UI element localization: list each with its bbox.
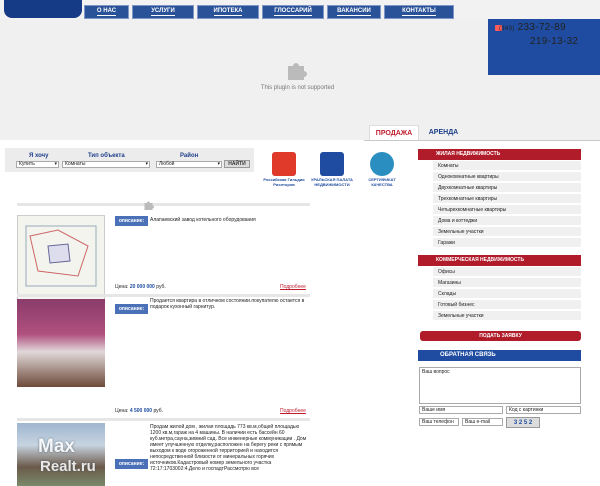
listing-divider [17, 294, 310, 297]
question-field[interactable]: Ваш вопрос [419, 367, 581, 404]
site-logo[interactable] [4, 0, 82, 18]
upn-logo-icon [320, 152, 344, 176]
commercial-header: КОММЕРЧЕСКАЯ НЕДВИЖИМОСТЬ [418, 255, 581, 266]
watermark-line-1: Max [38, 436, 75, 457]
object-type-label: Тип объекта [88, 153, 125, 159]
cat-commercial-land[interactable]: Земельные участки [433, 311, 581, 321]
residential-header: ЖИЛАЯ НЕДВИЖИМОСТЬ [418, 149, 581, 160]
cat-houses[interactable]: Дома и коттеджи [433, 216, 581, 226]
object-type-select[interactable]: Комнаты [62, 161, 150, 168]
want-select[interactable]: Купить [16, 161, 59, 168]
nav-about[interactable]: О НАС [84, 5, 129, 19]
listing-2-more-link[interactable]: Подробнее [280, 408, 306, 414]
nav-vacancies[interactable]: ВАКАНСИИ [327, 5, 381, 19]
want-label: Я хочу [29, 153, 49, 159]
nav-contacts[interactable]: КОНТАКТЫ [384, 5, 454, 19]
cat-two-room[interactable]: Двухкомнатные квартиры [433, 183, 581, 193]
listing-divider [17, 203, 310, 206]
listing-1-description: Алапаевский завод котельного оборудовани… [150, 217, 256, 223]
partner-certificate[interactable]: СЕРТИФИКАТ КАЧЕСТВА [360, 149, 404, 197]
phone-number-1: (343) 233-72-89 [499, 22, 566, 33]
partner-caption: Российская Гильдия Риэлторов [263, 177, 305, 187]
listing-2-price: Цена: 4 500 000 руб. [115, 408, 163, 414]
nav-glossary[interactable]: ГЛОССАРИЙ [262, 5, 324, 19]
tab-divider [364, 140, 600, 141]
captcha-image: 3 2 5 2 [506, 417, 540, 428]
partner-upn[interactable]: УРАЛЬСКАЯ ПАЛАТА НЕДВИЖИМОСТИ [310, 149, 354, 197]
cat-three-room[interactable]: Трехкомнатные квартиры [433, 194, 581, 204]
nav-services[interactable]: УСЛУГИ [132, 5, 194, 19]
listing-divider [17, 418, 310, 421]
captcha-code-field[interactable]: Код с картинки [506, 406, 581, 414]
listing-2-photo[interactable] [17, 299, 105, 387]
submit-request-button[interactable]: ПОДАТЬ ЗАЯВКУ [420, 331, 581, 341]
site-plan-icon [25, 225, 97, 287]
rgr-logo-icon [272, 152, 296, 176]
cat-one-room[interactable]: Однокомнатные квартиры [433, 172, 581, 182]
find-button[interactable]: НАЙТИ [224, 160, 250, 168]
cat-garages[interactable]: Гаражи [433, 238, 581, 248]
watermark-line-2: Realt.ru [40, 458, 96, 475]
district-label: Район [180, 153, 199, 159]
cat-shops[interactable]: Магазины [433, 278, 581, 288]
cat-warehouses[interactable]: Склады [433, 289, 581, 299]
tab-sale[interactable]: ПРОДАЖА [369, 125, 419, 140]
listing-1-label: описание: [115, 216, 148, 226]
certificate-logo-icon [370, 152, 394, 176]
partner-caption: СЕРТИФИКАТ КАЧЕСТВА [368, 177, 396, 187]
plugin-message: This plugin is not supported [260, 85, 335, 91]
main-nav: О НАС УСЛУГИ ИПОТЕКА ГЛОССАРИЙ ВАКАНСИИ … [84, 5, 457, 19]
puzzle-icon [144, 201, 154, 210]
phone-field[interactable]: Ваш телефон [419, 418, 459, 426]
district-select[interactable]: Любой [156, 161, 222, 168]
name-field[interactable]: Ваше имя [419, 406, 503, 414]
listing-1-more-link[interactable]: Подробнее [280, 284, 306, 290]
partner-rgr[interactable]: Российская Гильдия Риэлторов [262, 149, 306, 197]
listing-2-label: описание: [115, 304, 148, 314]
cat-four-room[interactable]: Четырехкомнатные квартиры [433, 205, 581, 215]
nav-mortgage[interactable]: ИПОТЕКА [197, 5, 259, 19]
listing-3-description: Продам жилой дом , жилая площадь 773 кв.… [150, 424, 307, 472]
cat-offices[interactable]: Офисы [433, 267, 581, 277]
listing-3-label: описание: [115, 459, 148, 469]
cat-land[interactable]: Земельные участки [433, 227, 581, 237]
cat-rooms[interactable]: Комнаты [433, 161, 581, 171]
partner-caption: УРАЛЬСКАЯ ПАЛАТА НЕДВИЖИМОСТИ [311, 177, 353, 187]
phone-number-2: 219-13-32 [530, 36, 579, 47]
email-field[interactable]: Ваш e-mail [462, 418, 503, 426]
search-panel [5, 148, 254, 172]
tab-rent[interactable]: АРЕНДА [421, 125, 466, 140]
feedback-header: ОБРАТНАЯ СВЯЗЬ [418, 350, 581, 361]
listing-2-description: Продается квартира в отличном состоянии.… [150, 298, 305, 310]
listing-1-price: Цена: 20 000 000 руб. [115, 284, 166, 290]
cat-business[interactable]: Готовый бизнес [433, 300, 581, 310]
listing-1-photo[interactable] [17, 215, 105, 303]
puzzle-icon [288, 63, 307, 80]
